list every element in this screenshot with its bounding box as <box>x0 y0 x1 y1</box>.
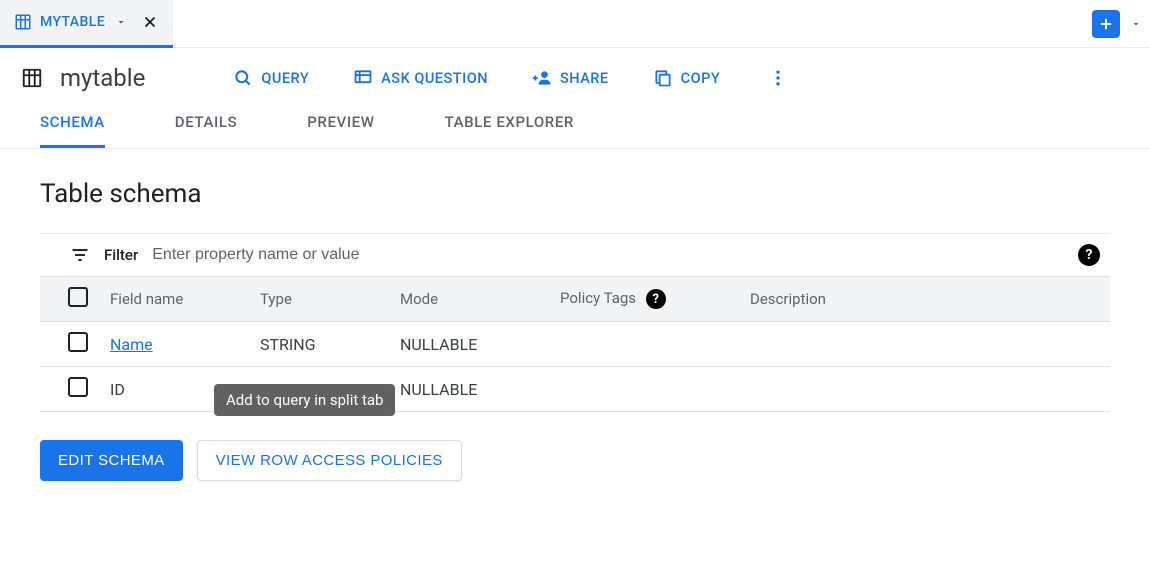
filter-icon <box>70 245 90 265</box>
table-row: Name STRING NULLABLE <box>40 322 1110 367</box>
edit-schema-button[interactable]: EDIT SCHEMA <box>40 440 183 481</box>
row-checkbox[interactable] <box>68 377 88 397</box>
select-all-checkbox[interactable] <box>68 287 88 307</box>
action-buttons: EDIT SCHEMA VIEW ROW ACCESS POLICIES <box>40 440 1110 481</box>
schema-table: Field name Type Mode Policy Tags ? Descr… <box>40 276 1110 412</box>
tab-table-explorer[interactable]: TABLE EXPLORER <box>445 99 574 148</box>
tab-preview[interactable]: PREVIEW <box>307 99 374 148</box>
copy-icon <box>653 68 673 88</box>
filter-label: Filter <box>104 246 138 264</box>
header-actions: QUERY ASK QUESTION SHARE COPY <box>233 68 788 88</box>
field-policy <box>560 322 750 367</box>
editor-tab-mytable[interactable]: MYTABLE <box>0 0 173 48</box>
help-icon[interactable]: ? <box>646 289 666 309</box>
field-mode: NULLABLE <box>400 367 560 412</box>
filter-row: Filter ? <box>40 233 1110 276</box>
editor-tabbar: MYTABLE <box>0 0 1150 48</box>
field-type: STRING <box>260 322 400 367</box>
share-button[interactable]: SHARE <box>532 68 609 88</box>
more-menu-icon[interactable] <box>768 68 788 88</box>
tab-label: MYTABLE <box>40 14 105 30</box>
field-mode: NULLABLE <box>400 322 560 367</box>
query-button[interactable]: QUERY <box>233 68 309 88</box>
ask-question-button[interactable]: ASK QUESTION <box>353 68 488 88</box>
table-icon <box>20 66 44 90</box>
col-header-mode: Mode <box>400 277 560 322</box>
new-tab-button[interactable] <box>1092 10 1120 38</box>
filter-input[interactable] <box>152 246 1064 264</box>
detail-subtabs: SCHEMA DETAILS PREVIEW TABLE EXPLORER <box>0 99 1150 149</box>
col-header-field-name: Field name <box>110 277 260 322</box>
tab-details[interactable]: DETAILS <box>175 99 237 148</box>
col-header-policy: Policy Tags ? <box>560 277 750 322</box>
table-row: ID INTEGER NULLABLE <box>40 367 1110 412</box>
chevron-down-icon[interactable] <box>115 16 127 28</box>
field-name: ID <box>110 380 125 399</box>
close-icon[interactable] <box>141 13 159 31</box>
view-row-access-policies-button[interactable]: VIEW ROW ACCESS POLICIES <box>197 440 462 481</box>
row-checkbox[interactable] <box>68 332 88 352</box>
tab-schema[interactable]: SCHEMA <box>40 99 105 148</box>
search-icon <box>233 68 253 88</box>
chat-icon <box>353 68 373 88</box>
col-header-description: Description <box>750 277 1110 322</box>
page-title: mytable <box>60 64 145 92</box>
col-header-type: Type <box>260 277 400 322</box>
table-header-row: Field name Type Mode Policy Tags ? Descr… <box>40 277 1110 322</box>
field-description <box>750 322 1110 367</box>
person-add-icon <box>532 68 552 88</box>
section-title: Table schema <box>40 179 1110 209</box>
help-icon[interactable]: ? <box>1078 244 1100 266</box>
field-policy <box>560 367 750 412</box>
copy-button[interactable]: COPY <box>653 68 721 88</box>
tooltip: Add to query in split tab <box>214 384 395 416</box>
schema-content: Table schema Filter ? Field name Type Mo… <box>0 149 1150 511</box>
field-name-link[interactable]: Name <box>110 335 153 354</box>
tabbar-menu-icon[interactable] <box>1126 18 1150 30</box>
field-description <box>750 367 1110 412</box>
table-icon <box>14 13 32 31</box>
page-header: mytable QUERY ASK QUESTION SHARE COPY <box>0 48 1150 99</box>
